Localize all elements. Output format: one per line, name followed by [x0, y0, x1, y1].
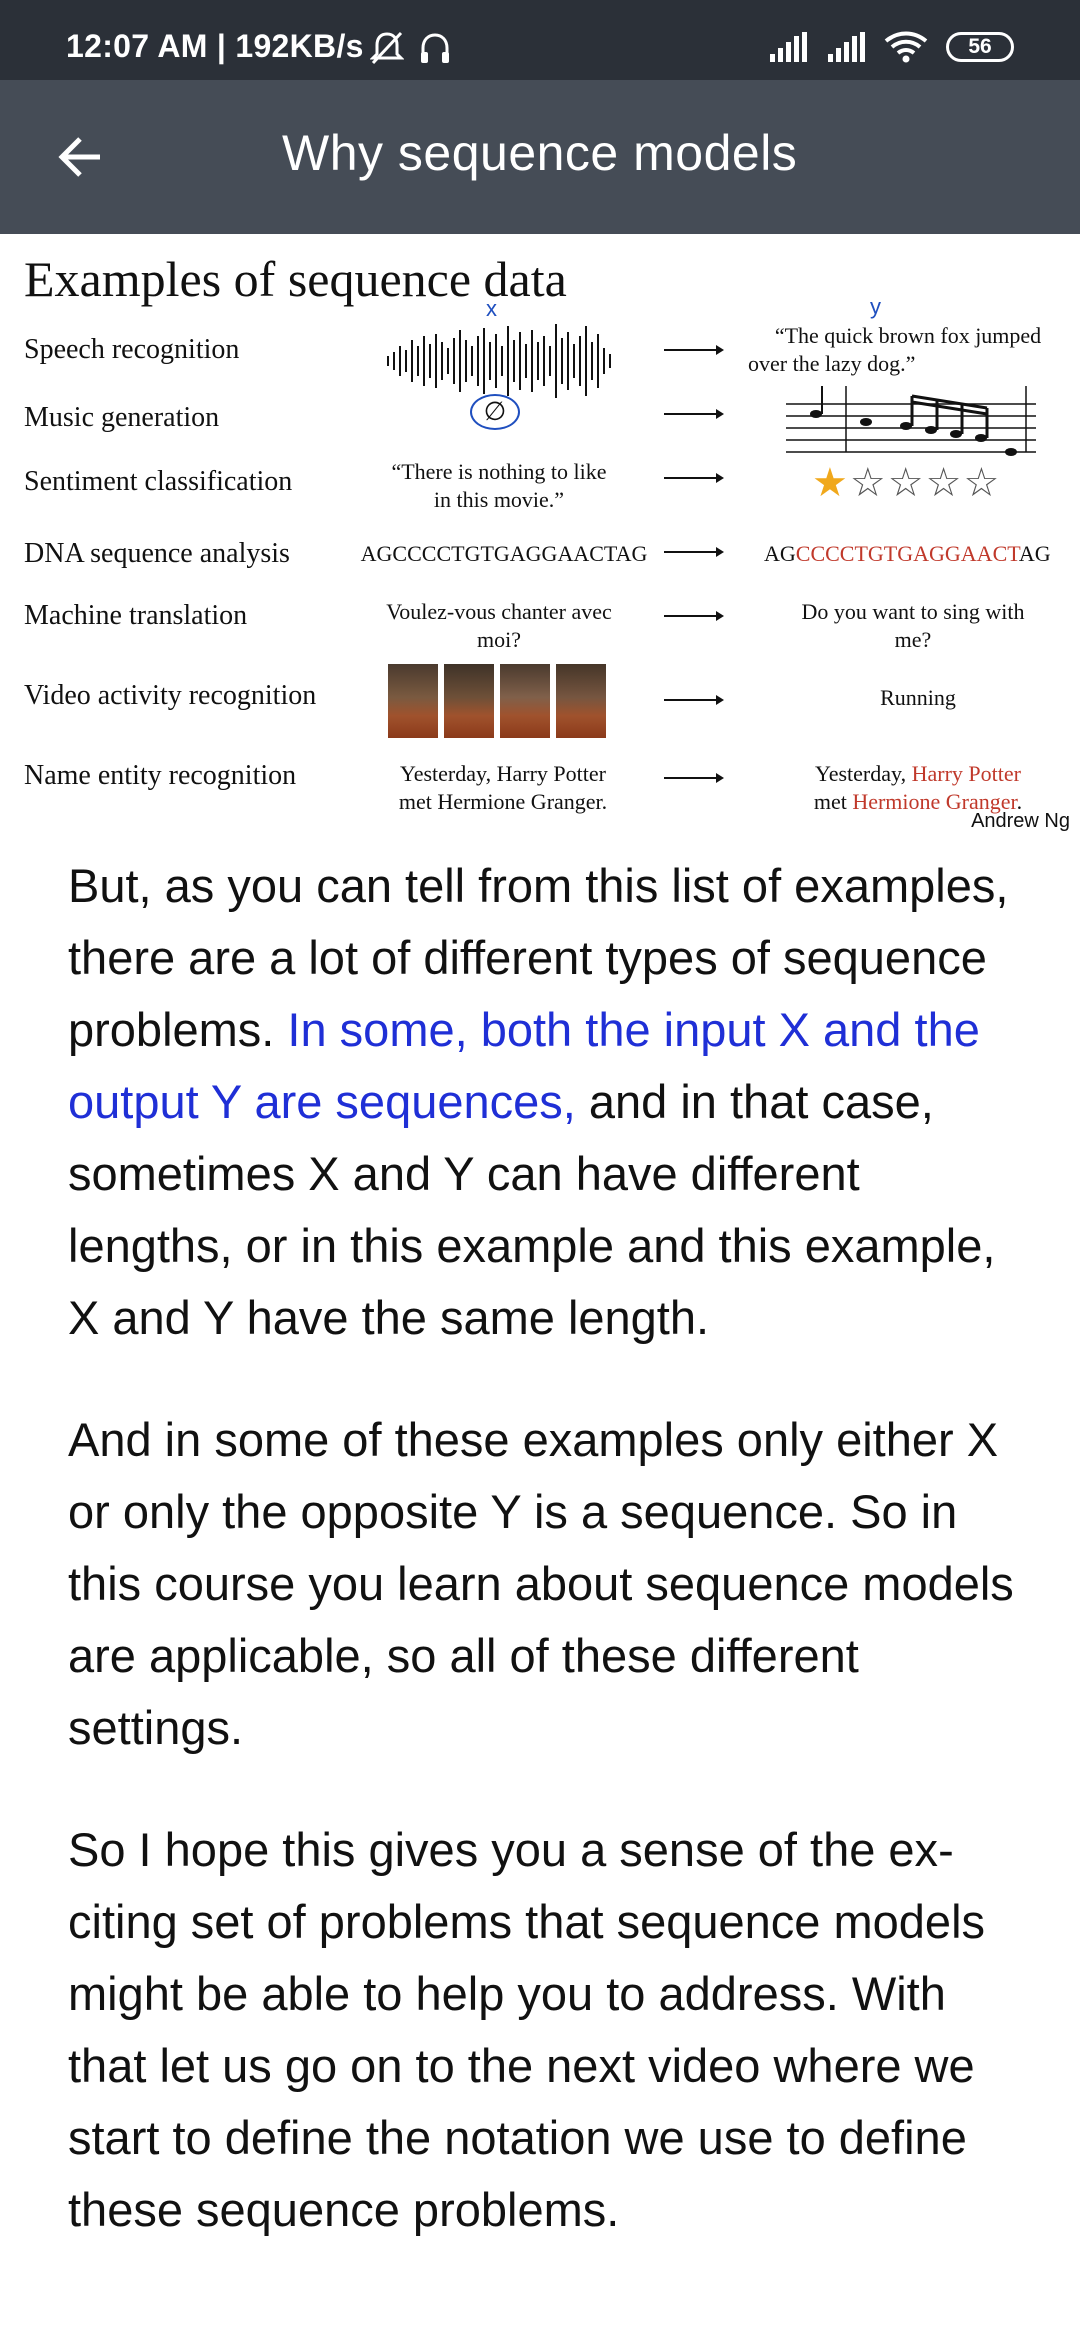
row-label-translation: Machine translation	[24, 600, 248, 631]
paragraph-1: But, as you can tell from this list of e…	[68, 850, 1028, 1354]
transcript-body: But, as you can tell from this list of e…	[68, 850, 1028, 2296]
back-button[interactable]	[40, 117, 120, 197]
input-translation-line2: moi?	[477, 627, 521, 652]
input-dna: AGCCCCTGTGAGGAACTAG	[360, 541, 648, 566]
output-dna: AGCCCCTGTGAGGAACTAG	[764, 540, 1064, 568]
star-empty-icon: ☆	[887, 460, 926, 506]
star-empty-icon: ☆	[849, 460, 888, 506]
output-ner-line2-plain: met	[813, 789, 853, 814]
output-dna-prefix: AG	[764, 541, 796, 566]
input-ner-line2: met Hermione Granger.	[398, 789, 608, 814]
arrow-video	[664, 695, 724, 705]
annotation-y: y	[870, 294, 881, 319]
arrow-dna	[664, 547, 724, 557]
output-ner-line1-plain: Yesterday,	[815, 761, 912, 786]
wifi-icon	[884, 31, 928, 63]
battery-level: 56	[968, 35, 992, 58]
page-title: Why sequence models	[282, 125, 798, 181]
app-bar: Why sequence models	[0, 80, 1080, 234]
row-label-video: Video activity recognition	[24, 680, 317, 711]
input-translation-line1: Voulez-vous chanter avec	[386, 599, 612, 624]
music-notes-image	[786, 386, 1036, 456]
output-dna-suffix: AG	[1018, 541, 1051, 566]
arrow-sentiment	[664, 473, 724, 483]
lecture-slide: Examples of sequence data x y Speech rec…	[0, 234, 1080, 840]
output-dna-highlight: CCCCTGTGAGGAACT	[795, 541, 1019, 566]
arrow-ner	[664, 773, 724, 783]
input-sentiment: “There is nothing to like in this movie.…	[356, 458, 642, 514]
output-speech-line1: “The quick brown fox jumped	[774, 323, 1042, 348]
video-frame	[556, 664, 606, 738]
row-label-ner: Name entity recognition	[24, 760, 297, 791]
output-video: Running	[880, 685, 956, 710]
output-translation-line2: me?	[894, 627, 932, 652]
headphones-icon	[421, 33, 449, 63]
output-translation: Do you want to sing with me?	[768, 598, 1058, 654]
video-frame	[500, 664, 550, 738]
arrow-left-icon	[58, 137, 100, 177]
input-sentiment-line1: “There is nothing to like	[391, 459, 607, 484]
status-bar: 12:07 AM | 192KB/s 56	[0, 0, 1080, 80]
status-right-icons: 56	[768, 30, 1014, 64]
output-ner-line1: Yesterday, Harry Potter	[768, 760, 1068, 788]
star-empty-icon: ☆	[925, 460, 964, 506]
input-translation: Voulez-vous chanter avec moi?	[354, 598, 644, 654]
signal-icon	[828, 32, 865, 62]
output-translation-line1: Do you want to sing with	[801, 599, 1025, 624]
mute-notifications-icon	[370, 31, 404, 65]
status-left-icons	[370, 30, 452, 66]
battery-icon: 56	[946, 32, 1014, 62]
waveform-image	[387, 324, 611, 398]
star-filled-icon: ★	[812, 460, 850, 506]
row-label-music: Music generation	[24, 402, 220, 433]
slide-credit: Andrew Ng	[971, 810, 1070, 832]
input-empty-set: ∅	[470, 394, 520, 430]
paragraph-3: So I hope this gives you a sense of the …	[68, 1823, 986, 2236]
empty-set-symbol: ∅	[483, 397, 507, 427]
output-ner: Yesterday, Harry Potter met Hermione Gra…	[768, 760, 1068, 816]
row-label-speech: Speech recognition	[24, 334, 240, 365]
input-ner: Yesterday, Harry Potter met Hermione Gra…	[358, 760, 648, 816]
input-ner-line1: Yesterday, Harry Potter	[400, 761, 606, 786]
output-ner-line1-red: Harry Potter	[911, 761, 1021, 786]
paragraph-2: And in some of these examples only eithe…	[68, 1413, 1014, 1754]
status-time: 12:07 AM | 192KB/s	[66, 28, 364, 64]
video-frame	[388, 664, 438, 738]
row-label-dna: DNA sequence analysis	[24, 538, 290, 569]
arrow-translation	[664, 611, 724, 621]
signal-icon	[770, 32, 807, 62]
video-frames-image	[388, 664, 606, 738]
row-label-sentiment: Sentiment classification	[24, 466, 293, 497]
arrow-music	[664, 409, 724, 419]
star-rating: ★☆☆☆☆	[812, 460, 1001, 506]
input-sentiment-line2: in this movie.”	[433, 487, 565, 512]
arrow-speech	[664, 345, 724, 355]
star-empty-icon: ☆	[963, 460, 1002, 506]
video-frame	[444, 664, 494, 738]
output-speech: “The quick brown fox jumped over the laz…	[748, 322, 1068, 378]
